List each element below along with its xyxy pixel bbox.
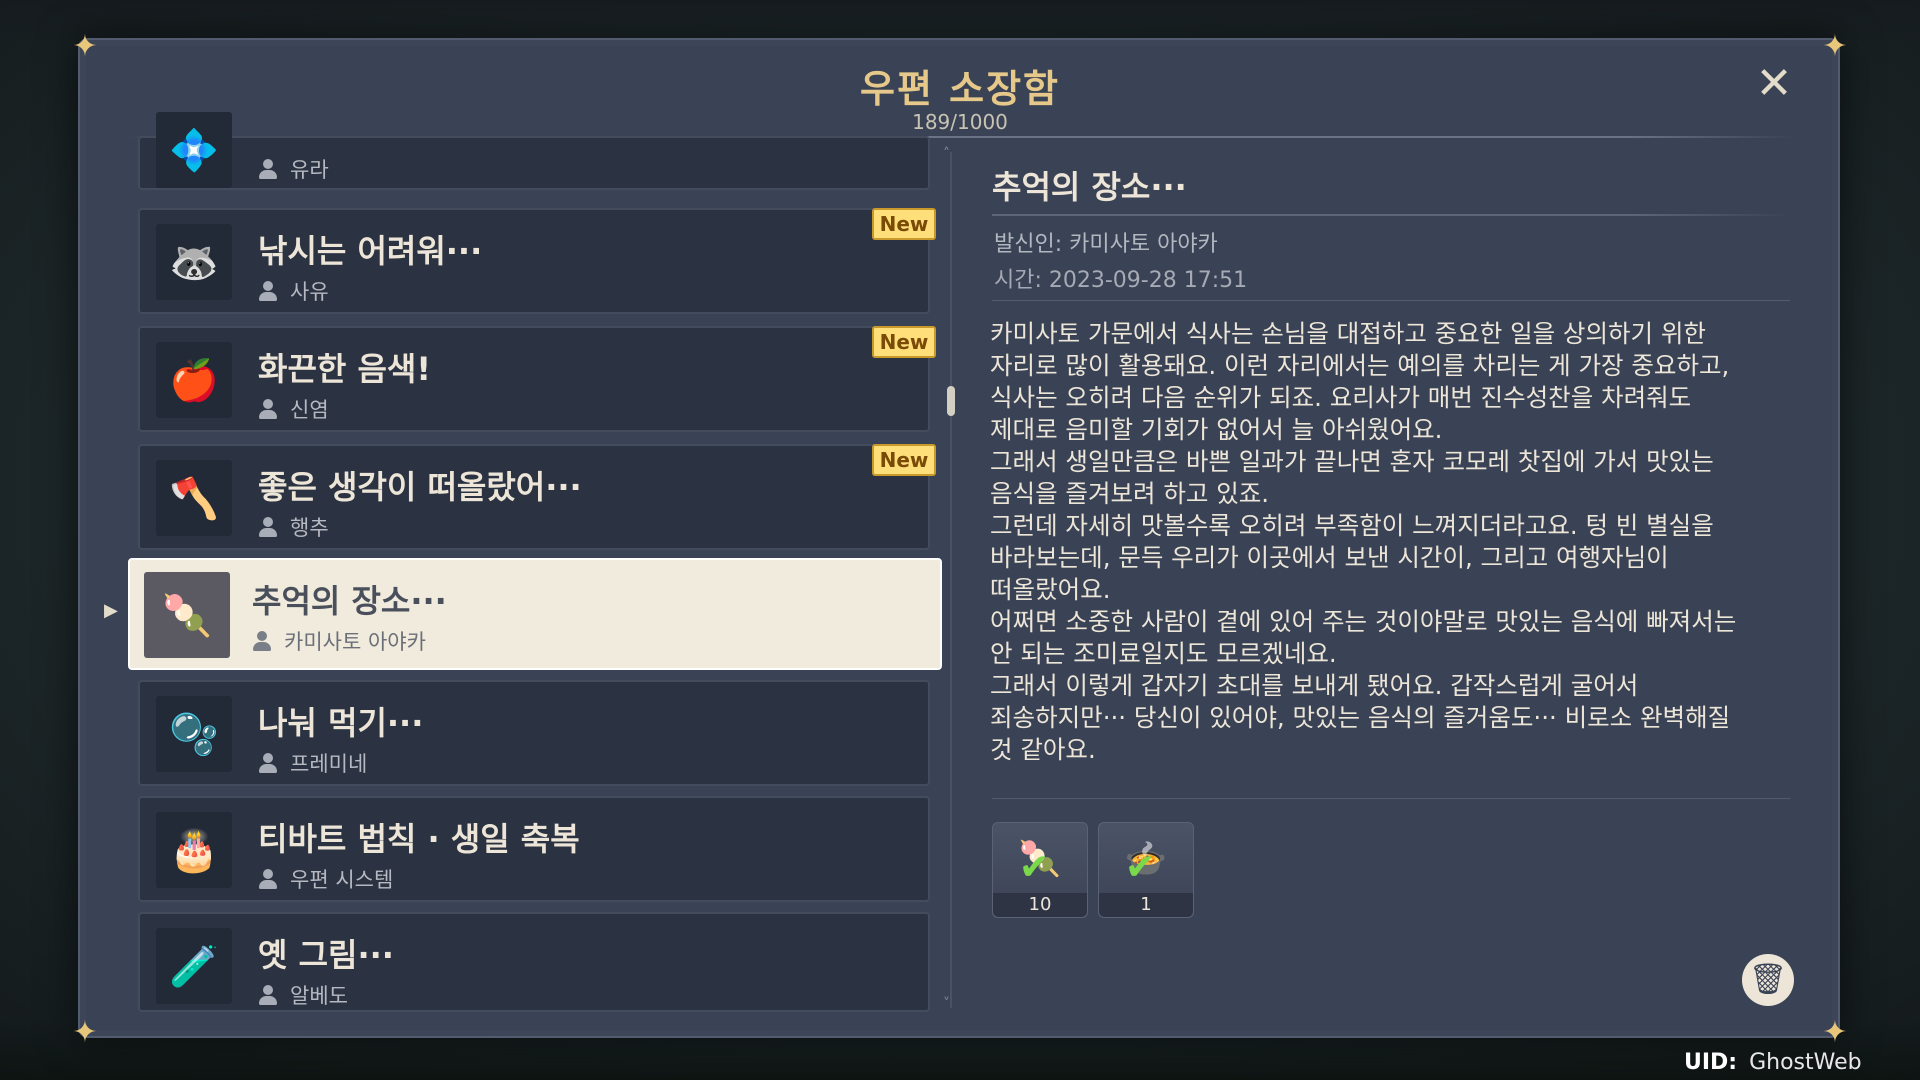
mail-list-item[interactable]: 🫧 나눠 먹기··· 프레미네 [138, 680, 930, 786]
mail-thumbnail: 🪓 [156, 460, 232, 536]
background-top [0, 0, 1920, 40]
person-icon [258, 753, 278, 773]
mail-thumbnail: 💠 [156, 112, 232, 188]
new-badge: New [872, 208, 936, 240]
uid-label: UID: [1684, 1050, 1738, 1075]
mail-subject: 티바트 법칙 · 생일 축복 [258, 820, 580, 858]
mail-subject: 추억의 장소··· [252, 582, 447, 620]
mail-list-item[interactable]: 🧪 옛 그림··· 알베도 [138, 912, 930, 1012]
mail-sender: 카미사토 아야카 [284, 630, 426, 654]
detail-divider [992, 300, 1790, 301]
corner-ornament-icon: ✦ [72, 1015, 98, 1050]
person-icon [252, 631, 272, 651]
mail-detail-sender: 발신인: 카미사토 아야카 [994, 232, 1218, 257]
person-icon [258, 399, 278, 419]
delete-button[interactable]: 🗑 [1742, 954, 1794, 1006]
mail-detail-body: 카미사토 가문에서 식사는 손님을 대접하고 중요한 일을 상의하기 위한 자리… [990, 319, 1737, 764]
mail-list-item[interactable]: 🎂 티바트 법칙 · 생일 축복 우편 시스템 [138, 796, 930, 902]
detail-divider [992, 214, 1790, 216]
attachment-item[interactable]: 🍡 ✔ 10 [992, 822, 1088, 918]
corner-ornament-icon: ✦ [1822, 1015, 1848, 1050]
attachment-count: 1 [1099, 893, 1193, 917]
uid-display: UID: GhostWeb [1684, 1050, 1862, 1075]
page-title: 우편 소장함 [859, 67, 1061, 111]
person-icon [258, 281, 278, 301]
mail-list-item[interactable]: 🍎 화끈한 음색! 신염 New [138, 326, 936, 432]
mail-thumbnail: 🫧 [156, 696, 232, 772]
mail-thumbnail: 🍡 [144, 572, 230, 658]
mail-count: 189/1000 [912, 110, 1008, 134]
mail-list-item[interactable]: 💠 유라 [138, 112, 930, 190]
uid-value: GhostWeb [1749, 1050, 1862, 1075]
mail-sender: 프레미네 [290, 752, 368, 776]
mail-sender: 유라 [290, 158, 329, 182]
mail-detail-title: 추억의 장소··· [992, 168, 1187, 206]
selected-indicator-icon: ▶ [104, 600, 118, 621]
attachment-count: 10 [993, 893, 1087, 917]
mail-sender: 우편 시스템 [290, 868, 394, 892]
mail-list-item-selected[interactable]: 🍡 추억의 장소··· 카미사토 아야카 [128, 558, 942, 670]
corner-ornament-icon: ✦ [72, 29, 98, 64]
mail-sender: 행추 [290, 516, 329, 540]
mail-subject: 화끈한 음색! [258, 350, 431, 388]
corner-ornament-icon: ✦ [1822, 29, 1848, 64]
mail-thumbnail: 🦝 [156, 224, 232, 300]
person-icon [258, 159, 278, 179]
mail-list-item[interactable]: 🦝 낚시는 어려워··· 사유 New [138, 208, 936, 314]
new-badge: New [872, 326, 936, 358]
mail-thumbnail: 🍎 [156, 342, 232, 418]
mail-subject: 좋은 생각이 떠올랐어··· [258, 468, 582, 506]
mail-subject: 옛 그림··· [258, 936, 394, 974]
attachment-item[interactable]: 🍲 ✔ 1 [1098, 822, 1194, 918]
mail-detail-time: 시간: 2023-09-28 17:51 [994, 268, 1248, 293]
check-icon: ✔ [1125, 847, 1156, 888]
mail-subject: 낚시는 어려워··· [258, 232, 483, 270]
person-icon [258, 869, 278, 889]
mail-thumbnail: 🧪 [156, 928, 232, 1004]
check-icon: ✔ [1019, 847, 1050, 888]
scrollbar-thumb[interactable] [947, 386, 955, 416]
mail-sender: 알베도 [290, 984, 348, 1008]
scroll-up-icon[interactable]: ˄ [943, 146, 950, 162]
new-badge: New [872, 444, 936, 476]
mail-thumbnail: 🎂 [156, 812, 232, 888]
trash-icon: 🗑 [1748, 962, 1788, 997]
mail-list-item[interactable]: 🪓 좋은 생각이 떠올랐어··· 행추 New [138, 444, 936, 550]
close-icon[interactable]: ✕ [1752, 62, 1796, 106]
detail-divider [992, 798, 1790, 799]
scroll-down-icon[interactable]: ˅ [943, 996, 950, 1012]
person-icon [258, 517, 278, 537]
scrollbar[interactable] [950, 152, 952, 1008]
person-icon [258, 985, 278, 1005]
mail-sender: 신염 [290, 398, 329, 422]
mail-sender: 사유 [290, 280, 329, 304]
mail-subject: 나눠 먹기··· [258, 704, 424, 742]
